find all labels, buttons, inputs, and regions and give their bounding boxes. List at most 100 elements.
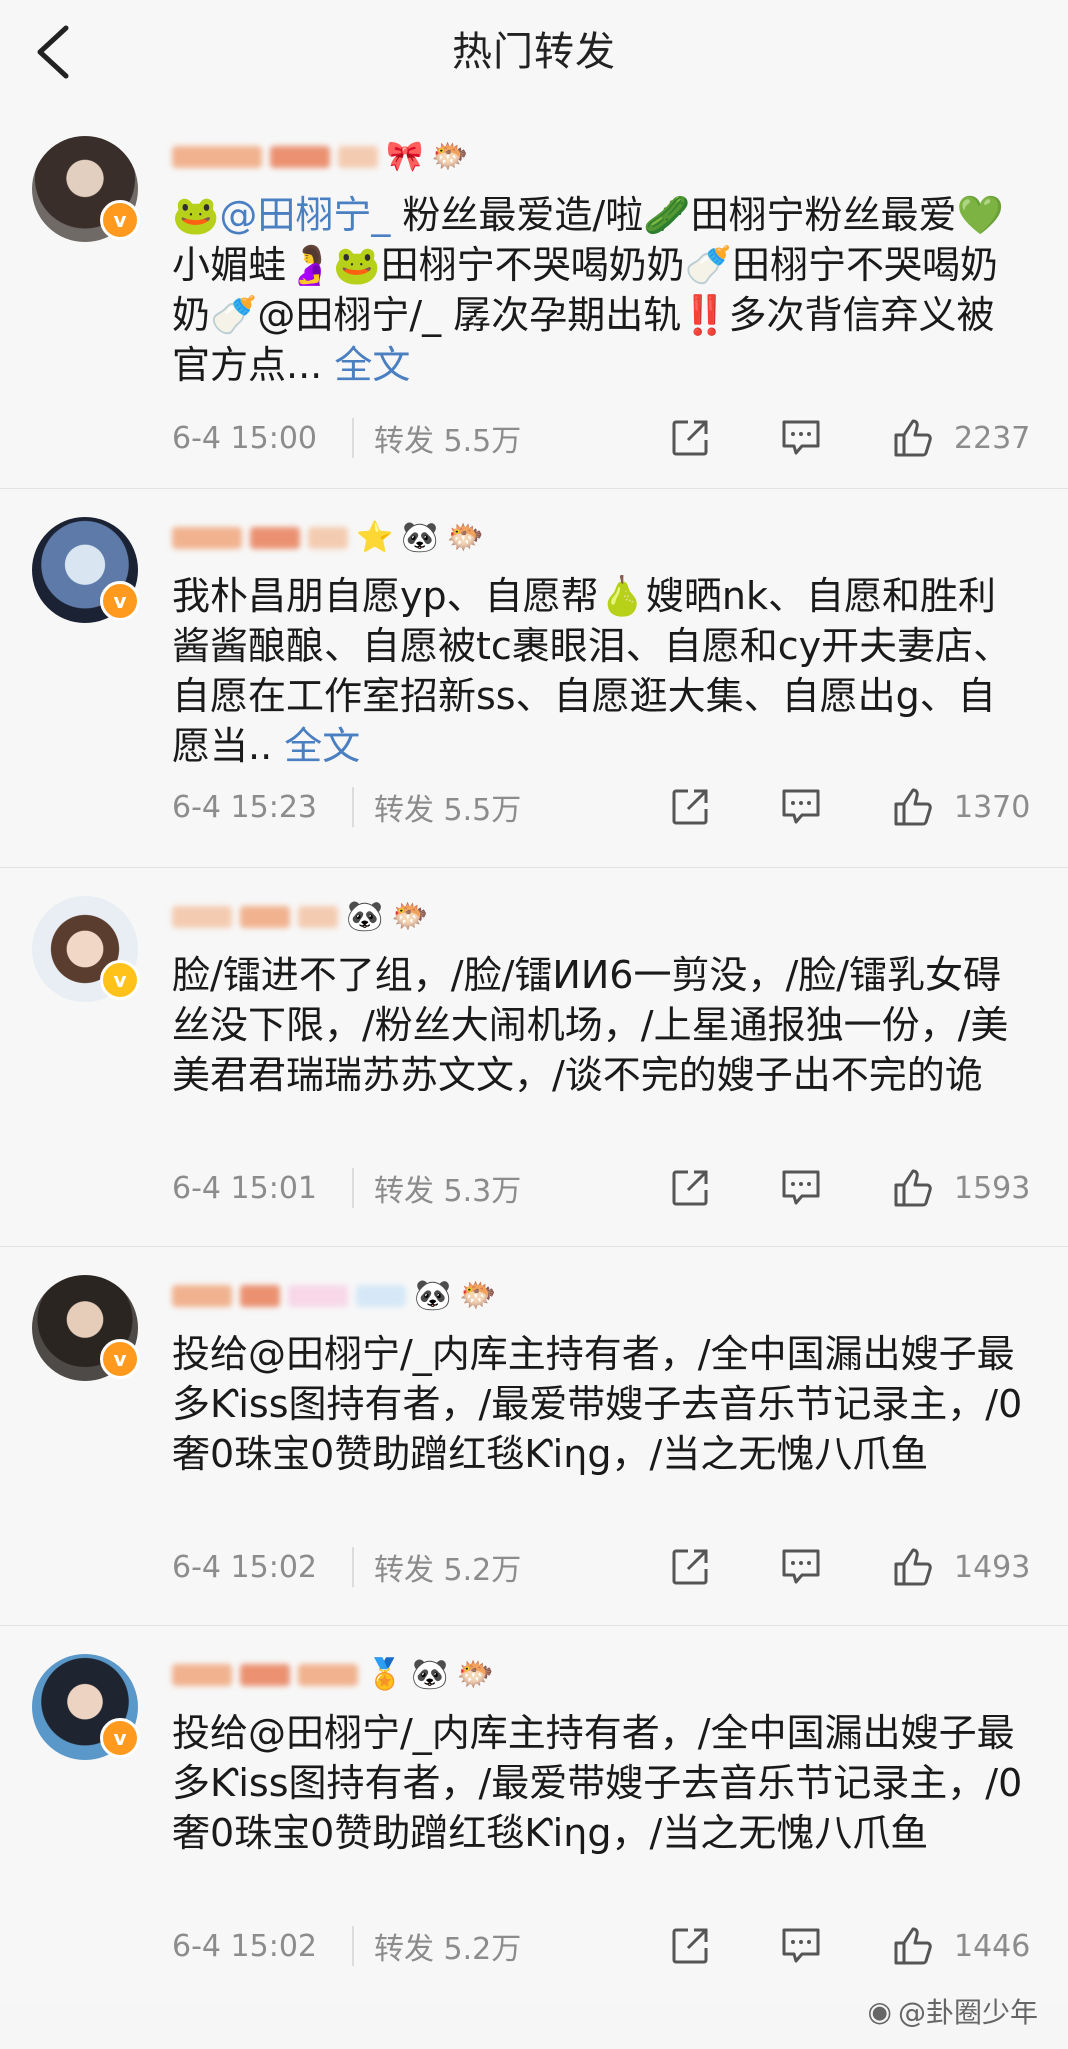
like-button[interactable]: 2237 [892,417,1030,459]
comment-icon [782,1928,820,1963]
panda-badge-icon: 🐼 [401,520,439,555]
share-button[interactable] [670,1926,710,1966]
post-footer: 6-4 15:23 转发 5.5万 1370 [172,777,1030,837]
divider [352,787,354,827]
post-time: 6-4 15:23 [172,789,317,825]
comment-button[interactable] [780,1926,822,1966]
share-button[interactable] [670,1547,710,1587]
fish-badge-icon: 🐡 [456,1657,495,1692]
avatar[interactable]: v [32,1275,140,1381]
like-count: 1593 [954,1170,1031,1206]
share-icon [672,1928,708,1964]
like-button[interactable]: 1446 [892,1925,1030,1967]
member-badge-icon: 🏅 [366,1657,404,1692]
full-text-link[interactable]: 全文 [334,343,410,387]
fish-badge-icon: 🐡 [446,520,485,555]
thumbs-up-icon [894,419,932,457]
username-blurred[interactable]: 🐼 🐡 [172,892,429,942]
verified-badge-icon: v [100,581,140,621]
username-blurred[interactable]: ⭐ 🐼 🐡 [172,513,484,563]
thumbs-up-icon [894,1548,932,1586]
post-footer: 6-4 15:00 转发 5.5万 2237 [172,408,1030,468]
panda-badge-icon: 🐼 [411,1657,449,1692]
thumbs-up-icon [894,1169,932,1207]
post-content: 投给@田栩宁/_内库主持有者，/全中国漏出嫂子最多Ƙiss图持有者，/最爱带嫂子… [172,1332,1023,1476]
mention-link[interactable]: @田栩宁_ [219,193,390,237]
repost-count: 转发 5.3万 [374,1174,522,1209]
divider [352,1547,354,1587]
nav-bar: 热门转发 [0,0,1068,109]
post-time: 6-4 15:00 [172,420,317,456]
repost-count: 转发 5.2万 [374,1553,522,1588]
share-button[interactable] [670,1168,710,1208]
post-time: 6-4 15:02 [172,1928,317,1964]
list-item[interactable]: v 🐼 🐡 脸/镭进不了组，/脸/镭ИИ6一剪没，/脸/镭乳女碍丝没下限，/粉丝… [0,867,1068,1246]
divider [352,1926,354,1966]
list-item[interactable]: v 🎀 🐡 🐸@田栩宁_ 粉丝最爱造/啦🥒田栩宁粉丝最爱💚小媚蛙🤰🐸田栩宁不哭喝… [0,108,1068,488]
repost-count: 转发 5.5万 [374,793,522,828]
share-button[interactable] [670,787,710,827]
fish-badge-icon: 🐡 [431,139,469,174]
like-count: 1370 [954,789,1031,825]
share-icon [672,1170,708,1206]
comment-icon [782,420,820,455]
member-badge-icon: 🎀 [386,139,424,174]
avatar[interactable]: v [32,136,140,242]
thumbs-up-icon [894,788,932,826]
weibo-logo-icon: ◉ [867,1994,892,2028]
post-content: 我朴昌朋自愿yp、自愿帮🍐嫂晒nk、自愿和胜利酱酱酿酿、自愿被tc裹眼泪、自愿和… [172,574,1012,768]
like-button[interactable]: 1593 [892,1167,1030,1209]
like-count: 1446 [954,1928,1031,1964]
list-item[interactable]: v 🏅 🐼 🐡 投给@田栩宁/_内库主持有者，/全中国漏出嫂子最多Ƙiss图持有… [0,1625,1068,2006]
share-button[interactable] [670,418,710,458]
share-icon [672,1549,708,1585]
verified-badge-icon: v [100,1339,140,1379]
fish-badge-icon: 🐡 [459,1278,497,1313]
list-item[interactable]: v 🐼 🐡 投给@田栩宁/_内库主持有者，/全中国漏出嫂子最多Ƙiss图持有者，… [0,1246,1068,1625]
avatar[interactable]: v [32,1654,140,1760]
repost-list: v 🎀 🐡 🐸@田栩宁_ 粉丝最爱造/啦🥒田栩宁粉丝最爱💚小媚蛙🤰🐸田栩宁不哭喝… [0,108,1068,2006]
username-blurred[interactable]: 🐼 🐡 [172,1271,497,1321]
thumbs-up-icon [894,1927,932,1965]
post-footer: 6-4 15:02 转发 5.2万 1493 [172,1537,1030,1597]
avatar[interactable]: v [32,517,140,623]
post-time: 6-4 15:02 [172,1549,317,1585]
like-count: 1493 [954,1549,1031,1585]
post-content: 投给@田栩宁/_内库主持有者，/全中国漏出嫂子最多Ƙiss图持有者，/最爱带嫂子… [172,1711,1023,1855]
comment-button[interactable] [780,1547,822,1587]
divider [352,1168,354,1208]
comment-button[interactable] [780,1168,822,1208]
repost-count: 转发 5.5万 [374,424,522,459]
verified-badge-icon: v [100,200,140,240]
comment-button[interactable] [780,418,822,458]
comment-icon [782,789,820,824]
username-blurred[interactable]: 🏅 🐼 🐡 [172,1650,494,1700]
share-icon [672,789,708,825]
post-footer: 6-4 15:01 转发 5.3万 1593 [172,1158,1030,1218]
comment-icon [782,1549,820,1584]
comment-icon [782,1170,820,1205]
fish-badge-icon: 🐡 [391,899,429,934]
like-count: 2237 [954,420,1031,456]
member-badge-icon: ⭐ [356,520,394,555]
page-title: 热门转发 [452,29,616,75]
repost-count: 转发 5.2万 [374,1932,522,1967]
share-icon [672,420,708,456]
verified-badge-icon: v [100,960,140,1000]
comment-button[interactable] [780,787,822,827]
divider [352,418,354,458]
post-time: 6-4 15:01 [172,1170,317,1206]
watermark: ◉ @卦圈少年 [867,1994,1038,2030]
post-footer: 6-4 15:02 转发 5.2万 1446 [172,1916,1030,1976]
username-blurred[interactable]: 🎀 🐡 [172,132,469,182]
avatar[interactable]: v [32,896,140,1002]
panda-badge-icon: 🐼 [346,899,384,934]
panda-badge-icon: 🐼 [414,1278,452,1313]
full-text-link[interactable]: 全文 [284,724,360,768]
post-content: 脸/镭进不了组，/脸/镭ИИ6一剪没，/脸/镭乳女碍丝没下限，/粉丝大闹机场，/… [172,953,1009,1097]
verified-badge-icon: v [100,1718,140,1758]
post-content: 🐸@田栩宁_ 粉丝最爱造/啦🥒田栩宁粉丝最爱💚小媚蛙🤰🐸田栩宁不哭喝奶奶🍼田栩宁… [172,193,1004,387]
like-button[interactable]: 1493 [892,1546,1030,1588]
like-button[interactable]: 1370 [892,786,1030,828]
list-item[interactable]: v ⭐ 🐼 🐡 我朴昌朋自愿yp、自愿帮🍐嫂晒nk、自愿和胜利酱酱酿酿、自愿被t… [0,488,1068,867]
